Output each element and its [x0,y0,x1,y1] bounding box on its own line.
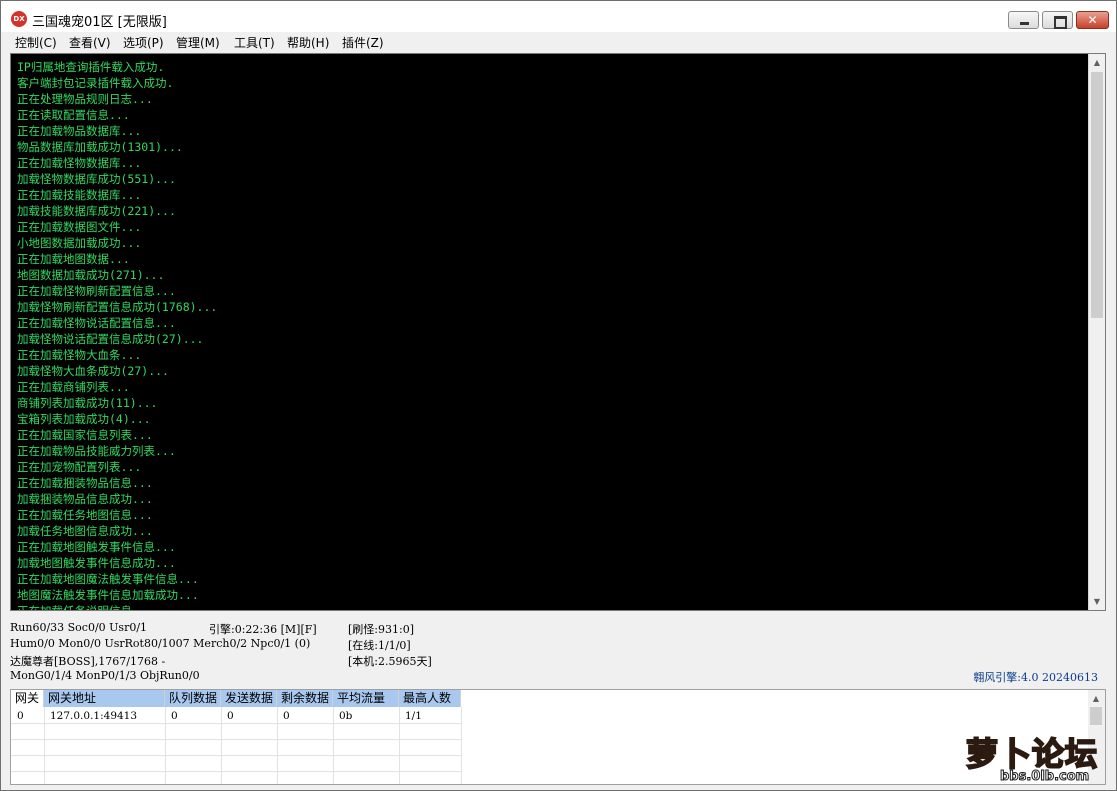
console-line: 正在加载捆装物品信息... [17,476,153,490]
maximize-button[interactable] [1042,11,1073,29]
console-lines: IP归属地查询插件载入成功. 客户端封包记录插件载入成功. 正在处理物品规则日志..… [17,59,1077,611]
console-line: 正在加载地图触发事件信息... [17,540,176,554]
close-button[interactable]: ✕ [1076,11,1109,29]
grid-line [11,739,461,740]
status-hum: Hum0/0 Mon0/0 UsrRot80/1007 Merch0/2 Npc… [10,637,311,650]
status-online: [在线:1/1/0] [348,639,411,652]
status-mon: MonG0/1/4 MonP0/1/3 ObjRun0/0 [10,669,200,682]
menu-plugins[interactable]: 插件(Z) [342,34,384,51]
console-line: 正在加载物品数据库... [17,124,142,138]
menu-bar: 控制(C) 查看(V) 选项(P) 管理(M) 工具(T) 帮助(H) 插件(Z… [1,32,1116,52]
console-line: 加载任务地图信息成功... [17,524,153,538]
console-line: 宝箱列表加载成功(4)... [17,412,151,426]
console-line: 正在加载怪物数据库... [17,156,142,170]
column-max-users[interactable]: 最高人数 [399,690,461,707]
status-refresh: [刷怪:931:0] [348,623,414,636]
cell-send-data: 0 [227,710,234,722]
cell-max-users: 1/1 [405,710,422,722]
console-line: 正在加载地图数据... [17,252,130,266]
watermark-url: bbs.0lb.com [999,769,1090,785]
status-engine-time: 引擎:0:22:36 [M][F] [209,623,317,636]
status-boss: 达魔尊者[BOSS],1767/1768 - [10,655,166,668]
console-scroll-thumb[interactable] [1091,72,1103,318]
column-gateway-address[interactable]: 网关地址 [44,690,165,707]
cell-queue-data: 0 [171,710,178,722]
console-log[interactable]: IP归属地查询插件载入成功. 客户端封包记录插件载入成功. 正在处理物品规则日志..… [10,53,1106,611]
menu-tools[interactable]: 工具(T) [234,34,275,51]
cell-gateway-address: 127.0.0.1:49413 [50,710,138,722]
console-line: 正在加载任务说明信息... [17,604,153,611]
grid-line [11,771,461,772]
column-send-data[interactable]: 发送数据 [221,690,277,707]
console-line: 正在加载怪物刷新配置信息... [17,284,176,298]
close-icon: ✕ [1087,13,1098,27]
title-bar[interactable]: DX 三国魂宠01区 [无限版] ✕ [1,1,1116,32]
console-line: 正在加载国家信息列表... [17,428,153,442]
grid-line [461,707,462,784]
column-avg-traffic[interactable]: 平均流量 [333,690,399,707]
console-line: 地图魔法触发事件信息加载成功... [17,588,199,602]
console-line: 加载怪物说话配置信息成功(27)... [17,332,204,346]
console-line: 正在加载技能数据库... [17,188,142,202]
console-line: 加载地图触发事件信息成功... [17,556,176,570]
server-window: DX 三国魂宠01区 [无限版] ✕ 控制(C) 查看(V) 选项(P) 管理(… [0,0,1117,791]
forum-watermark-logo: 萝卜论坛 bbs.0lb.com [965,729,1106,787]
menu-options[interactable]: 选项(P) [123,34,164,51]
console-line: 正在加载商铺列表... [17,380,130,394]
gateway-scroll-thumb[interactable] [1090,707,1102,725]
scroll-down-icon[interactable]: ▼ [1089,593,1105,610]
console-line: 正在加载地图魔法触发事件信息... [17,572,199,586]
cell-remaining-data: 0 [283,710,290,722]
console-line: 加载怪物数据库成功(551)... [17,172,176,186]
gateway-table[interactable]: 网关 网关地址 队列数据 发送数据 剩余数据 平均流量 最高人数 0 127.0… [10,689,1106,785]
console-line: 正在读取配置信息... [17,108,130,122]
status-run: Run60/33 Soc0/0 Usr0/1 [10,621,148,634]
console-line: 正在加载数据图文件... [17,220,142,234]
menu-manage[interactable]: 管理(M) [176,34,220,51]
console-line: 加载怪物刷新配置信息成功(1768)... [17,300,218,314]
console-scrollbar[interactable]: ▲ ▼ [1088,54,1105,610]
menu-view[interactable]: 查看(V) [69,34,111,51]
console-line: 商铺列表加载成功(11)... [17,396,158,410]
cell-avg-traffic: 0b [339,710,353,722]
console-line: 正在处理物品规则日志... [17,92,153,106]
maximize-icon [1043,12,1072,29]
console-line: 加载捆装物品信息成功... [17,492,153,506]
minimize-icon [1009,12,1038,28]
console-line: 正在加载任务地图信息... [17,508,153,522]
console-line: 客户端封包记录插件载入成功. [17,76,174,90]
menu-control[interactable]: 控制(C) [15,34,57,51]
minimize-button[interactable] [1008,11,1039,29]
console-line: 物品数据库加载成功(1301)... [17,140,183,154]
column-queue-data[interactable]: 队列数据 [165,690,221,707]
scroll-up-icon[interactable]: ▲ [1088,690,1104,707]
console-line: 正在加宠物配置列表... [17,460,142,474]
console-line: 加载怪物大血条成功(27)... [17,364,169,378]
console-line: 正在加载怪物大血条... [17,348,142,362]
console-line: IP归属地查询插件载入成功. [17,60,165,74]
window-title: 三国魂宠01区 [无限版] [32,15,167,30]
scroll-up-icon[interactable]: ▲ [1089,54,1105,71]
status-panel: Run60/33 Soc0/0 Usr0/1 引擎:0:22:36 [M][F]… [10,619,1106,689]
menu-help[interactable]: 帮助(H) [287,34,329,51]
console-line: 正在加载怪物说话配置信息... [17,316,176,330]
console-line: 地图数据加载成功(271)... [17,268,165,282]
column-gateway[interactable]: 网关 [11,690,44,707]
column-remaining-data[interactable]: 剩余数据 [277,690,333,707]
engine-version: 翱风引擎:4.0 20240613 [973,671,1098,684]
status-uptime: [本机:2.5965天] [348,655,432,668]
console-line: 小地图数据加载成功... [17,236,142,250]
cell-gateway: 0 [17,710,24,722]
grid-line [11,755,461,756]
console-line: 正在加载物品技能威力列表... [17,444,176,458]
app-icon[interactable]: DX [11,11,27,27]
console-line: 加载技能数据库成功(221)... [17,204,176,218]
